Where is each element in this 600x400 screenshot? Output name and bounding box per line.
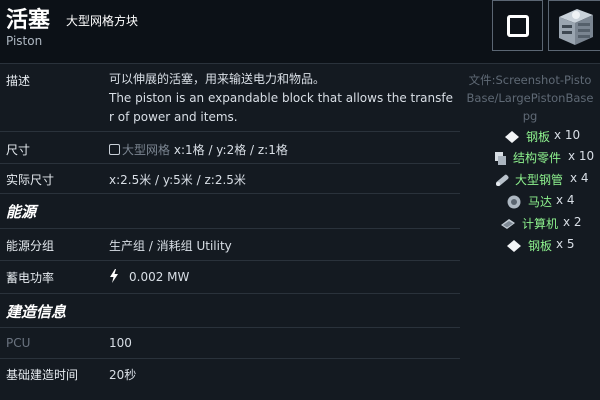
block-preview-button[interactable]: [548, 0, 600, 51]
material-name[interactable]: 大型钢管: [515, 171, 563, 188]
file-name-line-2: Base/LargePistonBase: [466, 91, 594, 105]
energy-section-header: 能源: [0, 194, 460, 229]
material-name[interactable]: 钢板: [528, 237, 552, 254]
size-label: 尺寸: [6, 143, 31, 157]
construction-component-icon: [495, 152, 506, 165]
material-quantity: x 2: [563, 215, 582, 229]
build-time-row: 基础建造时间 20秒: [0, 359, 460, 389]
file-name-line-3: pg: [522, 109, 538, 123]
power-group-value: 生产组 / 消耗组 Utility: [109, 239, 232, 253]
material-quantity: x 10: [554, 128, 581, 142]
size-row: 尺寸 大型网格 x:1格 / y:2格 / z:1格: [0, 132, 460, 164]
description-line-en-2: r of power and items.: [109, 110, 238, 124]
description-row: 描述 可以伸展的活塞，用来输送电力和物品。 The piston is an e…: [0, 65, 460, 132]
material-item[interactable]: 钢板 x 5: [460, 236, 600, 256]
computer-icon: [501, 219, 515, 229]
material-name[interactable]: 结构零件: [513, 149, 561, 166]
material-item[interactable]: 马达 x 4: [460, 192, 600, 212]
material-quantity: x 10: [568, 149, 595, 163]
grid-type-subtitle: 大型网格方块: [66, 14, 139, 28]
motor-icon: [507, 195, 521, 209]
block-header: 活塞 大型网格方块 Piston: [0, 0, 600, 64]
pcu-value: 100: [109, 336, 132, 350]
material-name[interactable]: 马达: [528, 193, 552, 210]
block-title: 活塞: [6, 8, 51, 33]
material-item[interactable]: 钢板 x 10: [460, 127, 600, 147]
side-panel: 文件:Screenshot-Pisto Base/LargePistonBase…: [460, 65, 600, 400]
build-section-title: 建造信息: [6, 303, 67, 321]
material-name[interactable]: 计算机: [522, 215, 558, 232]
power-storage-row: 蓄电功率 0.002 MW: [0, 261, 460, 294]
material-quantity: x 4: [556, 193, 575, 207]
info-table: 描述 可以伸展的活塞，用来输送电力和物品。 The piston is an e…: [0, 65, 460, 400]
file-name-line-1: 文件:Screenshot-Pisto: [468, 73, 592, 87]
build-time-value: 20秒: [109, 368, 137, 382]
material-quantity: x 4: [570, 171, 589, 185]
power-group-label: 能源分组: [6, 239, 55, 253]
pcu-row: PCU 100: [0, 328, 460, 359]
large-steel-tube-icon: [496, 174, 509, 186]
square-outline-icon: [507, 15, 529, 37]
material-item[interactable]: 结构零件 x 10: [460, 148, 600, 168]
block-english-name: Piston: [6, 34, 43, 48]
power-storage-value: 0.002 MW: [109, 269, 189, 284]
material-name[interactable]: 钢板: [526, 128, 550, 145]
energy-section-title: 能源: [6, 203, 37, 221]
actual-size-value: x:2.5米 / y:5米 / z:2.5米: [109, 173, 246, 187]
actual-size-row: 实际尺寸 x:2.5米 / y:5米 / z:2.5米: [0, 164, 460, 194]
description-line-en-1: The piston is an expandable block that a…: [109, 91, 453, 105]
material-item[interactable]: 计算机 x 2: [460, 214, 600, 234]
description-label: 描述: [6, 74, 31, 88]
steel-plate-icon: [507, 240, 521, 252]
material-item[interactable]: 大型钢管 x 4: [460, 170, 600, 190]
piston-block-icon: [559, 9, 593, 45]
square-toggle-button[interactable]: [492, 0, 543, 51]
actual-size-label: 实际尺寸: [6, 173, 55, 187]
grid-checkbox-icon: [109, 144, 120, 155]
screenshot-file-link[interactable]: 文件:Screenshot-Pisto Base/LargePistonBase…: [460, 71, 600, 125]
power-storage-label: 蓄电功率: [6, 271, 55, 285]
power-group-row: 能源分组 生产组 / 消耗组 Utility: [0, 229, 460, 261]
build-time-label: 基础建造时间: [6, 368, 79, 382]
build-section-header: 建造信息: [0, 294, 460, 328]
power-storage-amount: 0.002 MW: [129, 270, 190, 284]
description-line-cn: 可以伸展的活塞，用来输送电力和物品。: [109, 72, 326, 86]
grid-size-label: 大型网格: [122, 143, 171, 157]
description-value: 可以伸展的活塞，用来输送电力和物品。 The piston is an expa…: [109, 70, 453, 127]
pcu-label: PCU: [6, 336, 31, 350]
size-value: 大型网格 x:1格 / y:2格 / z:1格: [109, 141, 288, 158]
material-quantity: x 5: [556, 237, 575, 251]
grid-dimensions: x:1格 / y:2格 / z:1格: [173, 143, 288, 157]
lightning-icon: [110, 269, 118, 283]
steel-plate-icon: [505, 131, 519, 143]
